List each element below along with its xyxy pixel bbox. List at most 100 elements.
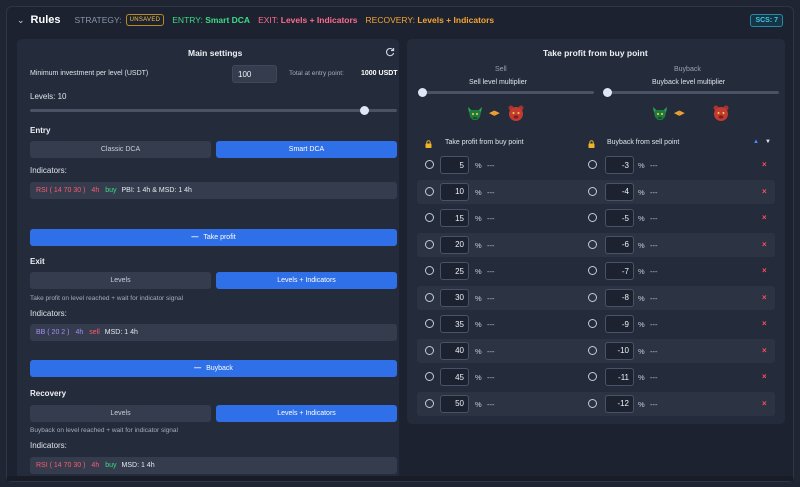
recovery-indicator-row[interactable]: RSI ( 14 70 30 ) 4h buy MSD: 1 4h — [30, 457, 397, 474]
buyback-button[interactable]: — Buyback — [30, 360, 397, 377]
levels-table-header: Take profit from buy point Buyback from … — [417, 138, 775, 151]
tp-value-input[interactable]: 10 — [440, 182, 469, 201]
bb-value-input[interactable]: -4 — [605, 182, 634, 201]
classic-dca-button[interactable]: Classic DCA — [30, 141, 211, 158]
tp-extra: --- — [487, 346, 495, 356]
tp-value-input[interactable]: 25 — [440, 262, 469, 280]
tp-percent: % — [475, 214, 482, 223]
bb-extra: --- — [650, 320, 658, 329]
bb-value-input[interactable]: -5 — [605, 209, 634, 227]
tp-row-radio[interactable] — [425, 213, 434, 222]
levels-slider-track[interactable] — [30, 109, 397, 112]
bb-row-radio[interactable] — [588, 160, 597, 169]
bb-row-radio[interactable] — [588, 319, 597, 328]
lock-icon[interactable] — [425, 140, 432, 148]
rules-header[interactable]: ⌄ Rules STRATEGY: UNSAVED ENTRY: Smart D… — [7, 7, 793, 33]
sort-up-icon[interactable]: ▲ — [753, 139, 759, 145]
delete-icon[interactable]: × — [762, 399, 767, 408]
tp-percent: % — [475, 293, 482, 303]
sell-multiplier-thumb[interactable] — [418, 88, 427, 97]
bb-value-input[interactable]: -3 — [605, 156, 634, 174]
tp-extra: --- — [487, 267, 495, 276]
total-entry-value: 1000 USDT — [361, 70, 398, 77]
delete-icon[interactable]: × — [762, 319, 767, 328]
exit-indicator-row[interactable]: BB ( 20 2 ) 4h sell MSD: 1 4h — [30, 324, 397, 341]
tp-value-input[interactable]: 20 — [440, 235, 469, 254]
tp-value-input[interactable]: 35 — [440, 315, 469, 333]
buyback-multiplier-thumb[interactable] — [603, 88, 612, 97]
sort-down-icon[interactable]: ▼ — [765, 139, 771, 145]
min-invest-input[interactable]: 100 — [232, 65, 277, 83]
bb-row-radio[interactable] — [588, 213, 597, 222]
exit-summary: EXIT: Levels + Indicators — [258, 15, 358, 25]
bb-row-radio[interactable] — [588, 186, 597, 196]
recovery-levels-button[interactable]: Levels — [30, 405, 211, 422]
bb-row-radio[interactable] — [588, 372, 597, 381]
entry-indicators-label: Indicators: — [30, 166, 67, 175]
delete-icon[interactable]: × — [762, 187, 767, 196]
tp-row-radio[interactable] — [425, 398, 434, 408]
entry-indicator-side: buy — [105, 187, 117, 194]
tp-row-radio[interactable] — [425, 186, 434, 196]
bb-extra: --- — [650, 373, 658, 382]
tp-row-radio[interactable] — [425, 345, 434, 355]
tp-value-input[interactable]: 15 — [440, 209, 469, 227]
bb-row-radio[interactable] — [588, 398, 597, 408]
tp-value-input[interactable]: 40 — [440, 341, 469, 360]
tp-value-input[interactable]: 5 — [440, 156, 469, 174]
bb-row-radio[interactable] — [588, 345, 597, 355]
bb-extra: --- — [650, 399, 658, 409]
tp-row-radio[interactable] — [425, 266, 434, 275]
take-profit-button-label: Take profit — [203, 234, 236, 241]
entry-indicator-row[interactable]: RSI ( 14 70 30 ) 4h buy PBI: 1 4h & MSD:… — [30, 182, 397, 199]
bb-value-input[interactable]: -8 — [605, 288, 634, 307]
delete-icon[interactable]: × — [762, 240, 767, 249]
take-profit-button[interactable]: — Take profit — [30, 229, 397, 246]
recovery-levels-indicators-button[interactable]: Levels + Indicators — [216, 405, 397, 422]
tp-row-radio[interactable] — [425, 292, 434, 302]
smart-dca-button[interactable]: Smart DCA — [216, 141, 397, 158]
bull-icon — [468, 107, 482, 120]
tp-row-radio[interactable] — [425, 319, 434, 328]
refresh-icon[interactable] — [385, 47, 395, 57]
bb-value-input[interactable]: -6 — [605, 235, 634, 254]
delete-icon[interactable]: × — [762, 293, 767, 302]
bb-extra: --- — [650, 161, 658, 170]
bb-row-radio[interactable] — [588, 239, 597, 249]
buyback-multiplier-track[interactable] — [607, 91, 779, 94]
entry-indicator-name: RSI ( 14 70 30 ) — [36, 187, 86, 194]
bb-extra: --- — [650, 214, 658, 223]
bb-value-input[interactable]: -10 — [605, 341, 634, 360]
min-invest-label: Minimum investment per level (USDT) — [30, 70, 149, 77]
bb-row-radio[interactable] — [588, 292, 597, 302]
tp-row-radio[interactable] — [425, 372, 434, 381]
exit-levels-indicators-button[interactable]: Levels + Indicators — [216, 272, 397, 289]
tp-value-input[interactable]: 45 — [440, 368, 469, 386]
levels-slider-thumb[interactable] — [359, 106, 369, 115]
delete-icon[interactable]: × — [762, 372, 767, 381]
delete-icon[interactable]: × — [762, 160, 767, 169]
exit-levels-button[interactable]: Levels — [30, 272, 211, 289]
horizontal-scrollbar[interactable] — [7, 476, 793, 481]
chevron-down-icon[interactable]: ⌄ — [17, 15, 25, 26]
exit-title: Exit — [30, 257, 45, 266]
delete-icon[interactable]: × — [762, 346, 767, 355]
tp-value-input[interactable]: 50 — [440, 394, 469, 413]
bb-value-input[interactable]: -9 — [605, 315, 634, 333]
bb-value-input[interactable]: -11 — [605, 368, 634, 386]
buyback-label: Buyback — [674, 66, 701, 73]
tp-value-input[interactable]: 30 — [440, 288, 469, 307]
lock-icon[interactable] — [588, 140, 595, 148]
tp-row-radio[interactable] — [425, 239, 434, 249]
table-row: 50% --- -12% --- × — [417, 391, 775, 416]
bb-value-input[interactable]: -7 — [605, 262, 634, 280]
bb-value-input[interactable]: -12 — [605, 394, 634, 413]
delete-icon[interactable]: × — [762, 213, 767, 222]
sell-multiplier-track[interactable] — [422, 91, 594, 94]
exit-indicators-label: Indicators: — [30, 309, 67, 318]
bb-row-radio[interactable] — [588, 266, 597, 275]
tp-row-radio[interactable] — [425, 160, 434, 169]
delete-icon[interactable]: × — [762, 266, 767, 275]
bull-icon — [653, 107, 667, 120]
tp-percent: % — [475, 346, 482, 356]
